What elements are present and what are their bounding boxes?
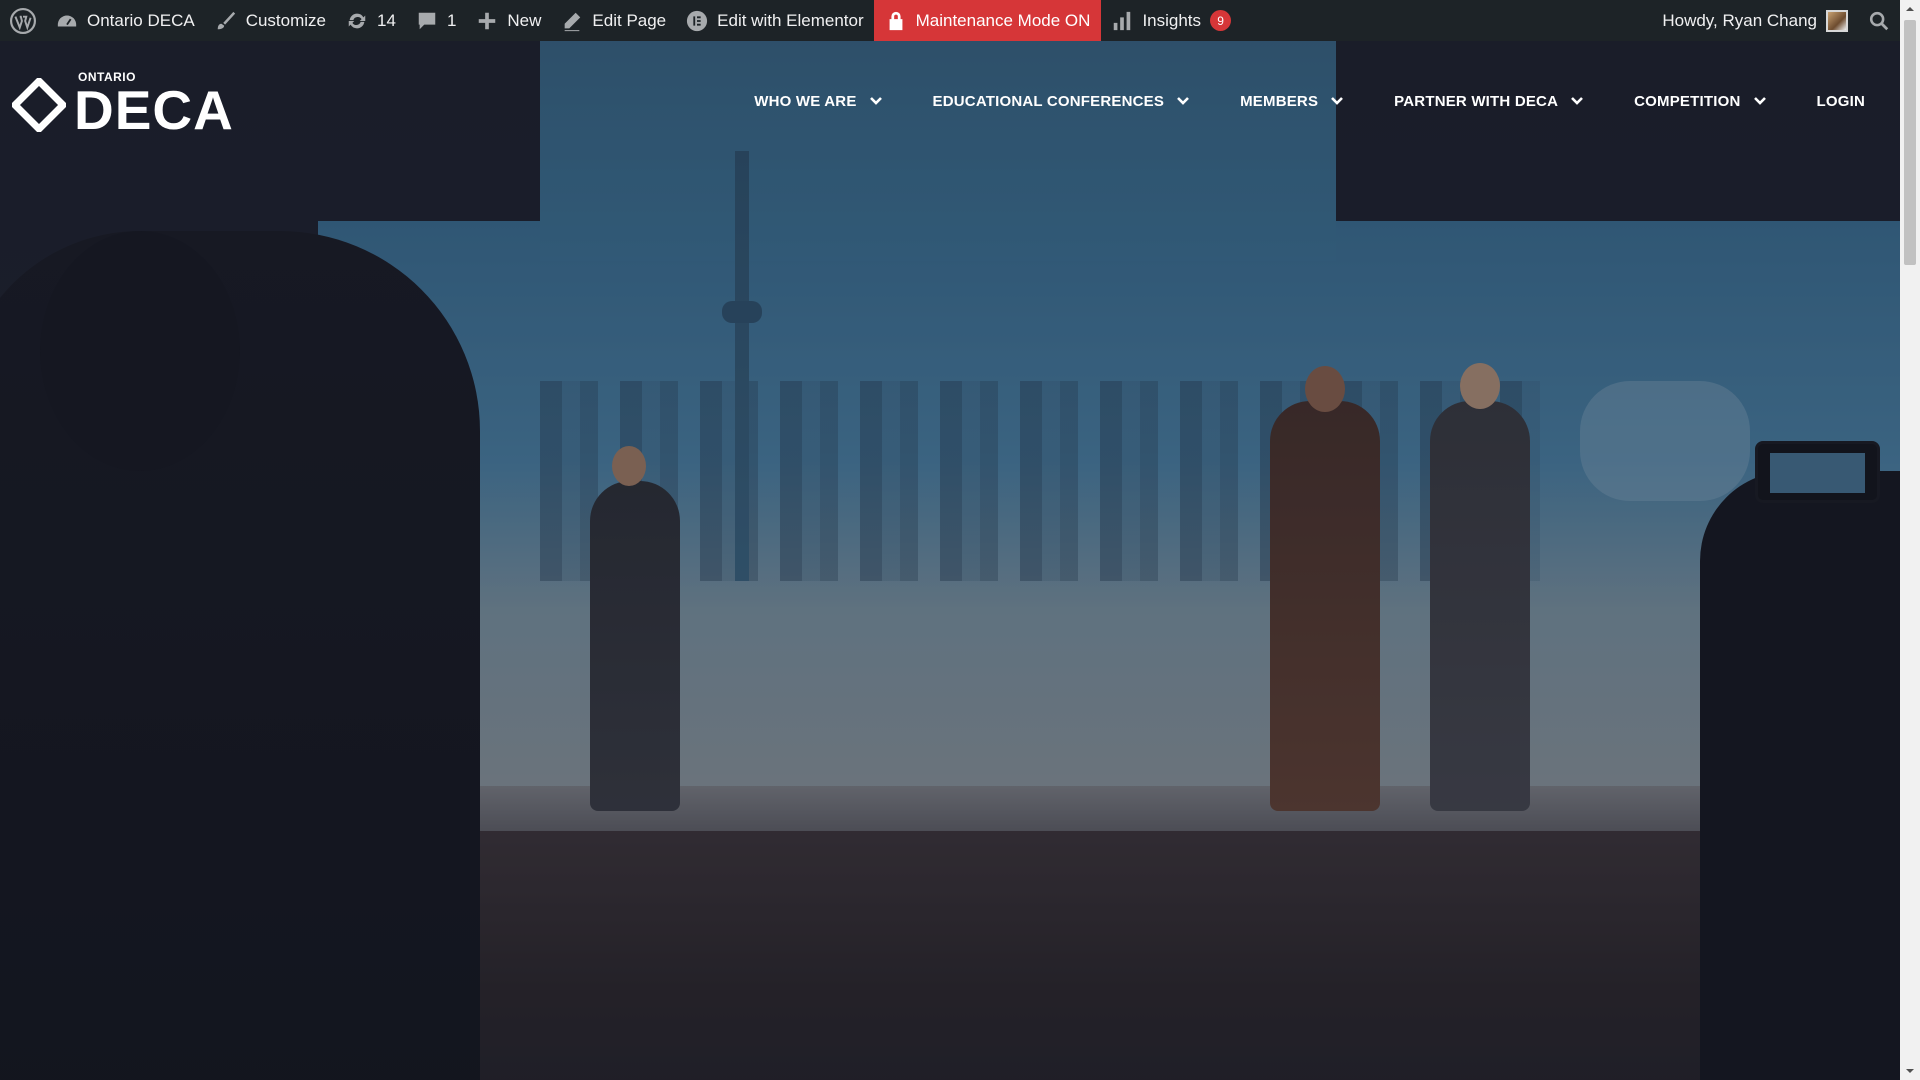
wordpress-logo-button[interactable] (0, 0, 46, 41)
avatar (1826, 9, 1848, 32)
nav-members[interactable]: MEMBERS (1240, 93, 1344, 110)
admin-search-button[interactable] (1858, 0, 1900, 41)
nav-label: PARTNER WITH DECA (1394, 92, 1559, 110)
insights-link[interactable]: Insights 9 (1101, 0, 1241, 41)
user-account-menu[interactable]: Howdy, Ryan Chang (1652, 0, 1858, 41)
hero-background-image (0, 41, 1900, 1080)
nav-label: WHO WE ARE (754, 92, 857, 110)
chevron-down-icon (1331, 97, 1344, 105)
updates-icon (348, 13, 366, 28)
chart-icon (1114, 11, 1131, 30)
updates-count: 14 (377, 10, 396, 30)
site-logo[interactable]: ONTARIO DECA (12, 71, 234, 138)
site-header: ONTARIO DECA WHO WE ARE EDUCATIONAL CONF… (0, 41, 1900, 161)
brush-icon (217, 11, 235, 29)
nav-who-we-are[interactable]: WHO WE ARE (754, 93, 882, 110)
nav-login[interactable]: LOGIN (1817, 93, 1866, 110)
logo-deca-text: DECA (74, 79, 234, 141)
scrollbar-thumb[interactable] (1904, 20, 1916, 265)
dashboard-icon (57, 15, 77, 26)
edit-page-label: Edit Page (592, 10, 667, 30)
updates-link[interactable]: 14 (336, 0, 406, 41)
site-name-link[interactable]: Ontario DECA (46, 0, 205, 41)
new-content-link[interactable]: New (466, 0, 551, 41)
chevron-down-icon (1571, 97, 1584, 105)
maintenance-label: Maintenance Mode ON (915, 10, 1091, 30)
new-label: New (507, 10, 542, 30)
plus-icon (479, 12, 496, 29)
edit-page-link[interactable]: Edit Page (551, 0, 676, 41)
nav-label: LOGIN (1816, 92, 1865, 110)
scroll-down-arrow-icon[interactable] (1905, 1066, 1915, 1076)
site-name-label: Ontario DECA (87, 10, 195, 30)
wordpress-icon (10, 7, 36, 34)
insights-label: Insights (1142, 10, 1202, 30)
wp-admin-bar: Ontario DECA Customize 14 1 New Edit Pag… (0, 0, 1900, 41)
chevron-down-icon (1177, 97, 1190, 105)
edit-elementor-label: Edit with Elementor (717, 10, 864, 30)
elementor-icon (687, 10, 708, 31)
hero-dark-overlay (0, 41, 1900, 1080)
howdy-label: Howdy, Ryan Chang (1662, 10, 1817, 30)
nav-label: MEMBERS (1240, 92, 1319, 110)
chevron-down-icon (869, 97, 882, 105)
edit-with-elementor-link[interactable]: Edit with Elementor (676, 0, 873, 41)
chevron-down-icon (1753, 97, 1766, 105)
scroll-up-arrow-icon[interactable] (1905, 4, 1915, 14)
deca-diamond-icon (12, 77, 66, 132)
nav-partner-with-deca[interactable]: PARTNER WITH DECA (1394, 93, 1584, 110)
main-navigation: WHO WE ARE EDUCATIONAL CONFERENCES MEMBE… (729, 41, 1900, 161)
nav-label: EDUCATIONAL CONFERENCES (932, 92, 1165, 110)
nav-competition[interactable]: COMPETITION (1634, 93, 1766, 110)
maintenance-mode-toggle[interactable]: Maintenance Mode ON (873, 0, 1102, 41)
pencil-icon (565, 12, 581, 31)
comment-icon (418, 12, 436, 29)
comments-count: 1 (446, 10, 457, 30)
nav-educational-conferences[interactable]: EDUCATIONAL CONFERENCES (933, 93, 1191, 110)
customize-label: Customize (245, 10, 327, 30)
nav-label: COMPETITION (1634, 92, 1741, 110)
page-scrollbar[interactable] (1900, 0, 1920, 1080)
insights-badge: 9 (1210, 10, 1232, 31)
lock-icon (889, 11, 903, 30)
comments-link[interactable]: 1 (406, 0, 466, 41)
customize-link[interactable]: Customize (205, 0, 336, 41)
search-icon (1869, 11, 1889, 30)
